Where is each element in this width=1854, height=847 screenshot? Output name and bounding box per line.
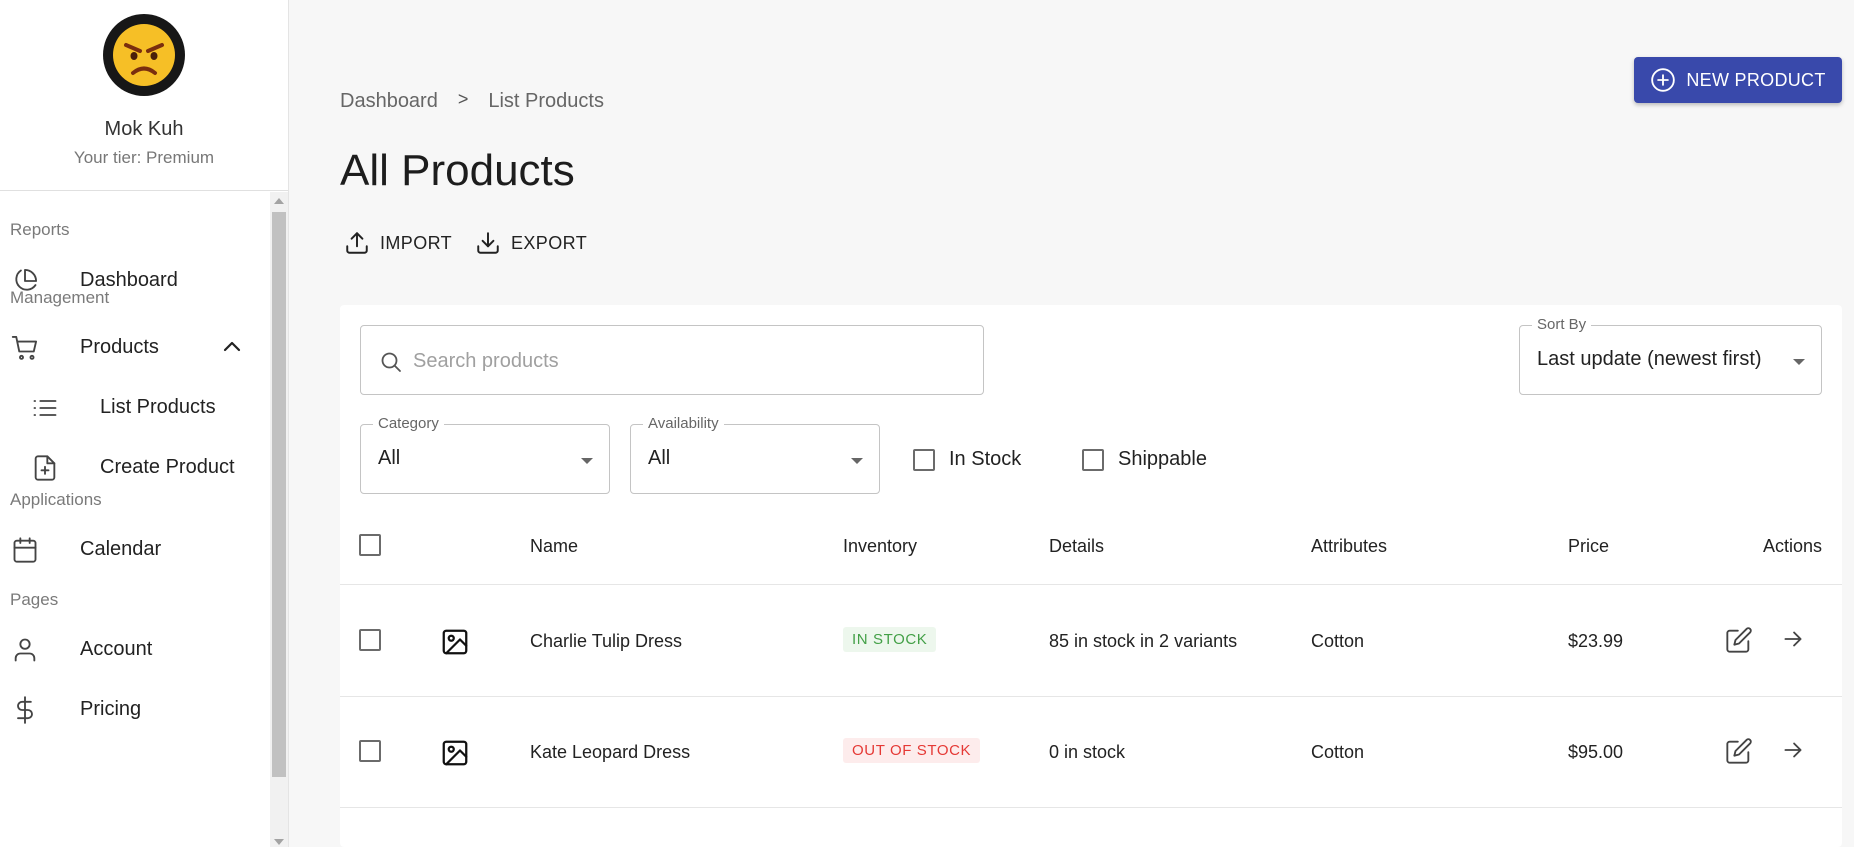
user-icon [10, 635, 40, 665]
breadcrumb-separator-icon: > [457, 89, 469, 109]
section-pages: Pages [10, 590, 59, 609]
sidebar-item-label: Products [80, 335, 159, 358]
column-price[interactable]: Price [1568, 536, 1609, 557]
sidebar-item-label: Calendar [80, 537, 162, 560]
select-all-checkbox[interactable] [359, 534, 381, 556]
search-input[interactable] [413, 346, 953, 376]
breadcrumb-dashboard-link[interactable]: Dashboard [340, 90, 438, 113]
availability-label: Availability [643, 415, 724, 432]
section-management: Management [10, 288, 110, 307]
scroll-thumb[interactable] [272, 212, 286, 777]
file-plus-icon [30, 453, 60, 483]
column-inventory[interactable]: Inventory [843, 536, 917, 557]
scroll-down-arrow-icon[interactable] [274, 839, 284, 845]
product-attributes: Cotton [1311, 742, 1365, 762]
search-icon [379, 350, 403, 379]
sidebar-item-label: List Products [100, 395, 216, 418]
sort-by-value: Last update (newest first) [1537, 348, 1762, 370]
list-icon [30, 393, 60, 423]
sidebar-item-pricing[interactable]: Pricing [0, 683, 270, 735]
avatar[interactable] [103, 14, 185, 96]
product-price: $23.99 [1568, 631, 1624, 651]
product-details: 85 in stock in 2 variants [1049, 631, 1238, 651]
arrow-right-icon[interactable] [1780, 737, 1806, 768]
angry-face-icon [113, 24, 175, 86]
category-label: Category [373, 415, 444, 432]
sidebar-item-account[interactable]: Account [0, 623, 270, 675]
breadcrumb: Dashboard > List Products [340, 89, 604, 113]
import-button[interactable]: IMPORT [344, 228, 452, 258]
edit-icon[interactable] [1725, 737, 1753, 770]
dollar-icon [10, 695, 40, 725]
sidebar-item-create-product[interactable]: Create Product [0, 441, 270, 493]
row-checkbox[interactable] [359, 740, 381, 762]
shippable-label: Shippable [1118, 448, 1207, 470]
new-product-label: NEW PRODUCT [1686, 69, 1826, 90]
status-badge: IN STOCK [843, 627, 937, 652]
product-name: Kate Leopard Dress [530, 742, 691, 762]
category-value: All [378, 447, 401, 469]
row-checkbox[interactable] [359, 629, 381, 651]
export-button[interactable]: EXPORT [475, 228, 587, 258]
product-name: Charlie Tulip Dress [530, 631, 683, 651]
table-header: Name Inventory Details Attributes Price … [340, 505, 1842, 585]
cart-icon [10, 333, 40, 363]
page-title: All Products [340, 146, 575, 195]
sidebar-item-label: Account [80, 637, 153, 660]
sidebar-item-list-products[interactable]: List Products [0, 381, 270, 433]
table-row[interactable]: Charlie Tulip Dress IN STOCK 85 in stock… [340, 586, 1842, 697]
import-label: IMPORT [380, 232, 453, 253]
plus-circle-icon [1650, 67, 1676, 93]
availability-select[interactable]: Availability All [630, 415, 880, 494]
sidebar-item-calendar[interactable]: Calendar [0, 523, 270, 575]
sort-by-label: Sort By [1532, 316, 1592, 333]
section-reports: Reports [10, 220, 70, 239]
in-stock-filter[interactable]: In Stock [913, 448, 1021, 471]
edit-icon[interactable] [1725, 626, 1753, 659]
product-details: 0 in stock [1049, 742, 1126, 762]
column-details[interactable]: Details [1049, 536, 1104, 557]
search-field[interactable] [360, 325, 984, 395]
dropdown-arrow-icon [1793, 359, 1805, 365]
sort-by-select[interactable]: Sort By Last update (newest first) [1519, 316, 1822, 395]
chevron-up-icon[interactable] [220, 335, 244, 365]
products-card: Sort By Last update (newest first) Categ… [340, 305, 1842, 847]
column-attributes[interactable]: Attributes [1311, 536, 1387, 557]
sidebar-scrollbar[interactable] [270, 192, 288, 847]
shippable-filter[interactable]: Shippable [1082, 448, 1207, 471]
product-price: $95.00 [1568, 742, 1624, 762]
sidebar-item-label: Create Product [100, 455, 235, 478]
section-applications: Applications [10, 490, 102, 509]
shippable-checkbox[interactable] [1082, 448, 1104, 471]
image-placeholder-icon [440, 627, 470, 662]
profile-name: Mok Kuh [104, 118, 184, 140]
sidebar-item-label: Pricing [80, 697, 142, 720]
arrow-right-icon[interactable] [1780, 626, 1806, 657]
table-row[interactable]: Kate Leopard Dress OUT OF STOCK 0 in sto… [340, 697, 1842, 808]
column-name[interactable]: Name [530, 536, 578, 557]
product-attributes: Cotton [1311, 631, 1365, 651]
in-stock-label: In Stock [949, 448, 1022, 470]
sidebar: Mok Kuh Your tier: Premium Reports Dashb… [0, 0, 289, 847]
in-stock-checkbox[interactable] [913, 448, 935, 471]
status-badge: OUT OF STOCK [843, 738, 981, 763]
dropdown-arrow-icon [581, 458, 593, 464]
sidebar-item-products[interactable]: Products [0, 321, 270, 373]
profile-tier: Your tier: Premium [73, 148, 215, 167]
download-icon [475, 230, 501, 256]
sidebar-nav: Reports Dashboard Management Products Li… [0, 192, 270, 847]
new-product-button[interactable]: NEW PRODUCT [1634, 57, 1842, 103]
availability-value: All [648, 447, 671, 469]
profile-panel: Mok Kuh Your tier: Premium [0, 0, 288, 191]
breadcrumb-current: List Products [488, 90, 604, 112]
category-select[interactable]: Category All [360, 415, 610, 494]
calendar-icon [10, 535, 40, 565]
export-label: EXPORT [511, 232, 588, 253]
scroll-up-arrow-icon[interactable] [274, 198, 284, 204]
dropdown-arrow-icon [851, 458, 863, 464]
column-actions: Actions [1763, 536, 1823, 556]
image-placeholder-icon [440, 738, 470, 773]
upload-icon [344, 230, 370, 256]
